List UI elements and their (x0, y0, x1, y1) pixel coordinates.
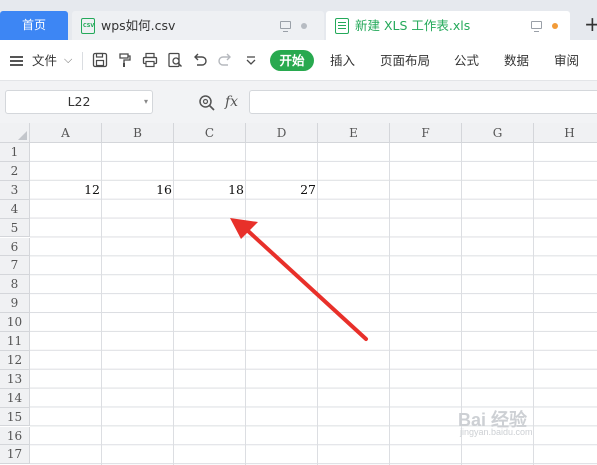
row-header-10[interactable]: 10 (0, 313, 30, 332)
unsaved-dot-icon (301, 23, 307, 29)
column-header-e[interactable]: E (318, 123, 390, 143)
tab-formulas[interactable]: 公式 (454, 52, 479, 70)
row-header-8[interactable]: 8 (0, 275, 30, 295)
zoom-icon[interactable] (198, 94, 216, 112)
csv-file-icon: CSV (81, 18, 95, 34)
print-preview-icon[interactable] (166, 51, 184, 69)
row-header-2[interactable]: 2 (0, 161, 30, 181)
formula-bar: L22 ▾ fx (0, 81, 597, 123)
row-header-11[interactable]: 11 (0, 332, 30, 351)
row-header-5[interactable]: 5 (0, 218, 30, 238)
name-box-dropdown-icon[interactable]: ▾ (144, 91, 148, 113)
format-painter-icon[interactable] (116, 51, 134, 69)
cell-a3[interactable]: 12 (30, 181, 100, 199)
row-header-12[interactable]: 12 (0, 350, 30, 370)
name-box-value: L22 (67, 94, 91, 109)
row-header-3[interactable]: 3 (0, 180, 30, 200)
tab-xls-file[interactable]: 新建 XLS 工作表.xls (326, 11, 570, 40)
tab-xls-label: 新建 XLS 工作表.xls (355, 18, 471, 33)
tab-csv-file[interactable]: CSV wps如何.csv (72, 11, 324, 40)
chevron-down-icon: ⌵ (64, 53, 73, 66)
new-tab-button[interactable]: + (584, 13, 597, 35)
wps-spreadsheet-window: 首页 CSV wps如何.csv 新建 XLS 工作表.xls + 文件 ⌵ 开… (0, 0, 597, 465)
save-icon[interactable] (91, 51, 109, 69)
row-header-1[interactable]: 1 (0, 143, 30, 162)
ribbon-toolbar: 文件 ⌵ 开始 插入 页面布局 公式 数据 审阅 (0, 40, 597, 81)
formula-input[interactable] (249, 90, 597, 114)
baidu-watermark: Bai 经验 jingyan.baidu.com (458, 402, 590, 442)
cell-d3[interactable]: 27 (246, 181, 316, 199)
tab-page-layout[interactable]: 页面布局 (380, 52, 430, 70)
row-header-15[interactable]: 15 (0, 407, 30, 427)
column-header-d[interactable]: D (246, 123, 318, 143)
tab-review[interactable]: 审阅 (554, 52, 579, 70)
cell-b3[interactable]: 16 (102, 181, 172, 199)
hamburger-icon (10, 56, 24, 66)
monitor-icon[interactable] (280, 21, 291, 32)
row-header-4[interactable]: 4 (0, 199, 30, 219)
row-header-14[interactable]: 14 (0, 388, 30, 408)
cell-c3[interactable]: 18 (174, 181, 244, 199)
tab-data[interactable]: 数据 (504, 52, 529, 70)
column-header-g[interactable]: G (462, 123, 534, 143)
toolbar-divider (82, 52, 83, 70)
tab-csv-label: wps如何.csv (101, 18, 176, 33)
redo-icon[interactable] (216, 51, 234, 69)
column-header-h[interactable]: H (534, 123, 597, 143)
column-header-b[interactable]: B (102, 123, 174, 143)
row-header-16[interactable]: 16 (0, 426, 30, 446)
select-all-corner[interactable] (0, 123, 30, 143)
tab-home[interactable]: 首页 (0, 11, 68, 40)
tab-start[interactable]: 开始 (270, 50, 314, 71)
modified-dot-icon (552, 23, 558, 29)
row-header-9[interactable]: 9 (0, 294, 30, 314)
column-header-a[interactable]: A (30, 123, 102, 143)
more-dropdown-icon[interactable] (242, 51, 260, 69)
xls-file-icon (335, 18, 349, 34)
column-header-f[interactable]: F (390, 123, 462, 143)
monitor-icon[interactable] (531, 21, 542, 32)
column-header-c[interactable]: C (174, 123, 246, 143)
insert-function-icon[interactable]: fx (225, 93, 238, 111)
document-tab-bar: 首页 CSV wps如何.csv 新建 XLS 工作表.xls + (0, 0, 597, 40)
undo-icon[interactable] (191, 51, 209, 69)
name-box[interactable]: L22 ▾ (5, 90, 153, 114)
file-menu-label: 文件 (32, 53, 58, 68)
row-header-6[interactable]: 6 (0, 237, 30, 257)
row-header-13[interactable]: 13 (0, 369, 30, 389)
row-header-7[interactable]: 7 (0, 256, 30, 276)
tab-insert[interactable]: 插入 (330, 52, 355, 70)
print-icon[interactable] (141, 51, 159, 69)
row-header-17[interactable]: 17 (0, 445, 30, 465)
watermark-subtext: jingyan.baidu.com (460, 427, 533, 437)
